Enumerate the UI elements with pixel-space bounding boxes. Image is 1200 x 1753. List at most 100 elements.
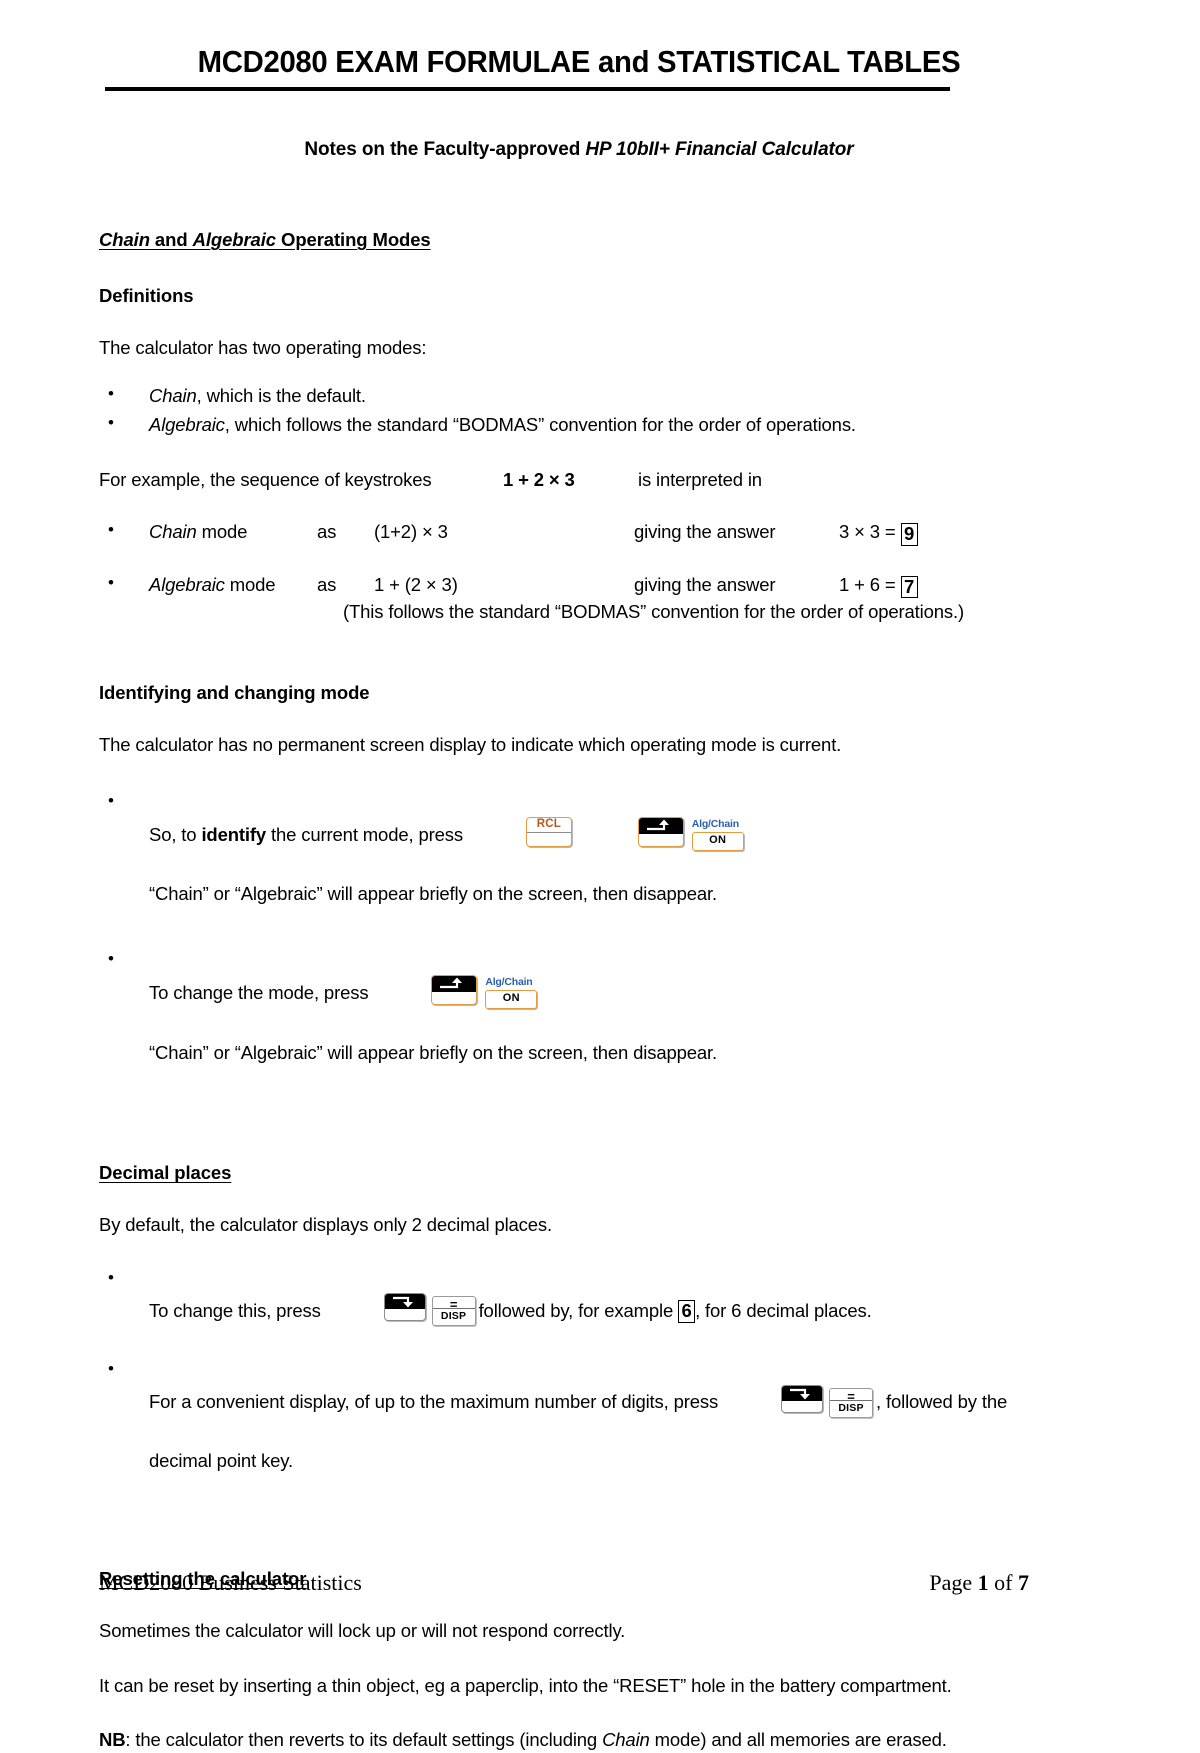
section-heading-decimal-places: Decimal places	[99, 1128, 1059, 1184]
decimal-convenient-prefix: For a convenient display, of up to the m…	[149, 1391, 719, 1413]
reset-nb-line: NB: the calculator then reverts to its d…	[99, 1727, 1059, 1753]
chain-expression: (1+2) × 3	[374, 521, 448, 543]
algebraic-mode-term: Algebraic	[149, 573, 225, 595]
list-item: Algebraic, which follows the standard “B…	[99, 411, 1059, 439]
decimal-convenient-line2: decimal point key.	[149, 1449, 293, 1471]
algebraic-result-prefix: 1 + 6 =	[839, 573, 901, 595]
subheading-definitions: Definitions	[99, 285, 194, 306]
list-item: To change this, press =	[99, 1266, 1059, 1356]
rcl-key-icon[interactable]: RCL	[466, 790, 572, 881]
identify-bold-word: identify	[201, 824, 267, 846]
disp-key-label: DISP	[432, 1308, 475, 1324]
nb-bold-label: NB	[99, 1728, 126, 1750]
nb-italic-chain: Chain	[602, 1728, 650, 1750]
reset-line-2: It can be reset by inserting a thin obje…	[99, 1674, 952, 1696]
page-footer: MCD2080 Business Statistics Page 1 of 7	[99, 1570, 1029, 1596]
shift-down-arrow-key-icon[interactable]	[721, 1358, 823, 1447]
list-item: Chain, which is the default.	[99, 382, 1059, 410]
list-item: So, to identify the current mode, press …	[99, 789, 1059, 908]
identify-bullet-list: So, to identify the current mode, press …	[99, 789, 1059, 1067]
down-arrow-icon	[392, 1297, 413, 1308]
footer-page-total: 7	[1018, 1570, 1029, 1595]
modes-bullet-list: Chain, which is the default. Algebraic, …	[99, 382, 1059, 439]
decimal-convenient-suffix: , followed by the	[876, 1391, 1008, 1413]
decimal-change-suffix: , for 6 decimal places.	[695, 1299, 872, 1321]
algebraic-expression: 1 + (2 × 3)	[374, 573, 458, 595]
decimal-change-line: To change this, press =	[149, 1267, 1059, 1356]
heading-term-algebraic: Algebraic	[192, 229, 277, 250]
document-page: MCD2080 EXAM FORMULAE and STATISTICAL TA…	[0, 0, 1200, 1750]
shift-up-arrow-key-icon[interactable]	[371, 948, 478, 1039]
bullet-term-algebraic: Algebraic	[149, 414, 225, 436]
identify-prefix: So, to	[149, 824, 202, 846]
algebraic-giving-label: giving the answer	[634, 573, 776, 595]
chain-as-label: as	[317, 521, 337, 543]
decimal-change-mid: followed by, for example	[478, 1299, 679, 1321]
alg-chain-on-key-icon[interactable]: Alg/Chain ON	[483, 975, 539, 1011]
nb-mid-text: : the calculator then reverts to its def…	[125, 1728, 603, 1750]
on-key-label: ON	[485, 989, 538, 1009]
modes-example-list: Chain mode as (1+2) × 3 giving the answe…	[99, 518, 1059, 625]
section-heading-operating-modes: Chain and Algebraic Operating Modes	[99, 195, 1059, 251]
disp-key-icon[interactable]: = DISP	[431, 1296, 476, 1327]
chain-giving-label: giving the answer	[634, 521, 776, 543]
shift-down-arrow-key-icon[interactable]	[324, 1267, 426, 1356]
heading-and: and	[149, 229, 193, 250]
reset-line-1: Sometimes the calculator will lock up or…	[99, 1620, 626, 1642]
chain-result-value: 9	[900, 523, 918, 546]
decimal-heading-text: Decimal places	[99, 1162, 232, 1184]
document-subtitle: Notes on the Faculty-approved HP 10bII+ …	[99, 139, 1059, 161]
bullet-term-chain: Chain	[149, 385, 197, 407]
title-divider	[105, 87, 950, 91]
page-title: MCD2080 EXAM FORMULAE and STATISTICAL TA…	[197, 45, 961, 79]
down-arrow-icon	[790, 1388, 810, 1400]
alg-chain-label: Alg/Chain	[691, 817, 739, 830]
heading-term-chain: Chain	[99, 229, 150, 250]
disp-key-label: DISP	[830, 1399, 872, 1416]
footer-page-number: 1	[977, 1570, 989, 1595]
footer-page-indicator: Page 1 of 7	[929, 1570, 1029, 1596]
rcl-key-label: RCL	[526, 818, 571, 833]
chain-mode-suffix: mode	[196, 521, 248, 543]
algebraic-as-label: as	[317, 573, 337, 595]
decimal-intro-text: By default, the calculator displays only…	[99, 1214, 553, 1236]
identify-rest: the current mode, press	[266, 824, 463, 846]
disp-key-icon[interactable]: = DISP	[829, 1387, 873, 1418]
bullet-rest-algebraic: , which follows the standard “BODMAS” co…	[224, 414, 856, 436]
section-heading-identify-mode: Identifying and changing mode	[99, 681, 370, 703]
algebraic-mode-suffix: mode	[224, 573, 276, 595]
footer-course-label: MCD2080 Business Statistics	[99, 1570, 362, 1595]
on-key-label: ON	[691, 831, 744, 851]
decimal-change-prefix: To change this, press	[149, 1299, 321, 1321]
identify-press-line: So, to identify the current mode, press …	[149, 790, 1059, 881]
chain-mode-term: Chain	[149, 521, 197, 543]
change-mode-prefix: To change the mode, press	[149, 982, 369, 1004]
list-item: Chain mode as (1+2) × 3 giving the answe…	[99, 518, 1059, 546]
change-mode-note: “Chain” or “Algebraic” will appear brief…	[149, 1041, 717, 1063]
example-suffix: is interpreted in	[638, 468, 762, 490]
example-keystroke-line: For example, the sequence of keystrokes 1…	[99, 467, 1059, 493]
algebraic-mode-row: Algebraic mode as 1 + (2 × 3) giving the…	[149, 572, 1059, 599]
nb-rest-text: mode) and all memories are erased.	[649, 1728, 947, 1750]
shift-up-arrow-key-icon[interactable]	[578, 790, 684, 881]
document-content: MCD2080 EXAM FORMULAE and STATISTICAL TA…	[99, 0, 1059, 1753]
subtitle-calculator-name: HP 10bII+ Financial Calculator	[585, 139, 854, 160]
algebraic-result: 1 + 6 = 7	[839, 572, 918, 599]
example-keystrokes: 1 + 2 × 3	[503, 468, 575, 490]
chain-mode-label: Chain mode	[149, 519, 317, 546]
modes-intro-text: The calculator has two operating modes:	[99, 337, 427, 358]
list-item: For a convenient display, of up to the m…	[99, 1357, 1059, 1474]
chain-mode-row: Chain mode as (1+2) × 3 giving the answe…	[149, 519, 1059, 546]
algebraic-mode-label: Algebraic mode	[149, 572, 317, 599]
chain-result-prefix: 3 × 3 =	[839, 521, 901, 543]
example-prefix: For example, the sequence of keystrokes	[99, 468, 432, 490]
alg-chain-label: Alg/Chain	[485, 975, 533, 988]
bullet-rest-chain: , which is the default.	[196, 385, 366, 407]
decimal-digit-value: 6	[678, 1300, 696, 1323]
alg-chain-on-key-icon[interactable]: Alg/Chain ON	[690, 817, 746, 853]
chain-result: 3 × 3 = 9	[839, 519, 918, 546]
bodmas-note: (This follows the standard “BODMAS” conv…	[343, 600, 964, 622]
decimal-bullet-list: To change this, press =	[99, 1266, 1059, 1475]
algebraic-result-value: 7	[900, 575, 918, 599]
change-mode-press-line: To change the mode, press A	[149, 948, 1059, 1039]
